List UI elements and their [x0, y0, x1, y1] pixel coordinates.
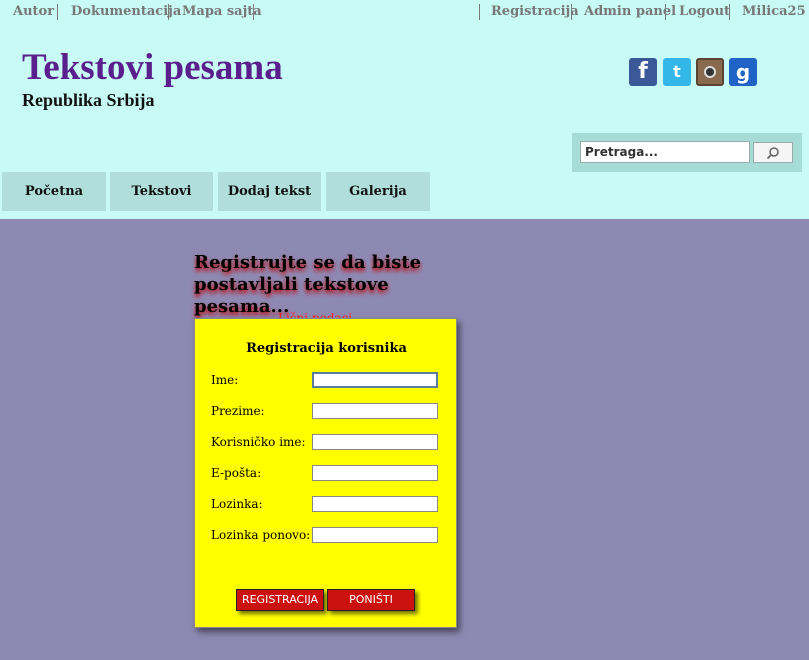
- nav-divider: [479, 4, 480, 20]
- site-subtitle: Republika Srbija: [22, 90, 155, 110]
- menu-item-tekstovi[interactable]: Tekstovi: [110, 172, 213, 211]
- label-prezime: Prezime:: [211, 404, 265, 418]
- search-icon: [766, 147, 779, 160]
- lozinka-ponovo-input[interactable]: [312, 527, 438, 543]
- instagram-icon[interactable]: [696, 58, 724, 86]
- facebook-icon[interactable]: f: [629, 58, 657, 86]
- ponisti-button[interactable]: PONIŠTI: [327, 589, 415, 611]
- lozinka-input[interactable]: [312, 496, 438, 512]
- twitter-icon[interactable]: t: [663, 58, 691, 86]
- search-container: [572, 133, 802, 172]
- nav-link-dokumentacija[interactable]: Dokumentacija: [71, 4, 181, 19]
- label-lozinka: Lozinka:: [211, 497, 263, 511]
- top-navigation: Autor Dokumentacija Mapa sajta Registrac…: [0, 0, 809, 24]
- nav-link-admin-panel[interactable]: Admin panel: [584, 4, 676, 19]
- site-title: Tekstovi pesama: [22, 47, 283, 88]
- nav-link-registracija[interactable]: Registracija: [491, 4, 579, 19]
- registration-form: Registracija korisnika Ime: Prezime: Kor…: [194, 318, 457, 628]
- ime-input[interactable]: [312, 372, 438, 388]
- page-heading: Registrujte se da biste postavljali teks…: [194, 252, 422, 317]
- korisnicko-ime-input[interactable]: [312, 434, 438, 450]
- label-lozinka-ponovo: Lozinka ponovo:: [211, 528, 311, 542]
- nav-divider: [571, 4, 572, 20]
- nav-divider: [253, 4, 254, 20]
- label-korisnicko-ime: Korisničko ime:: [211, 435, 306, 449]
- menu-item-pocetna[interactable]: Početna: [2, 172, 106, 211]
- label-ime: Ime:: [211, 373, 239, 387]
- search-button[interactable]: [753, 142, 793, 163]
- nav-divider: [168, 4, 169, 20]
- instagram-lens: [704, 66, 716, 78]
- menu-item-galerija[interactable]: Galerija: [326, 172, 430, 211]
- nav-link-logout[interactable]: Logout: [679, 4, 730, 19]
- nav-divider: [57, 4, 58, 20]
- google-icon[interactable]: g: [729, 58, 757, 86]
- nav-link-autor[interactable]: Autor: [13, 4, 54, 19]
- nav-link-user[interactable]: Milica25: [742, 4, 806, 19]
- label-e-posta: E-pošta:: [211, 466, 262, 480]
- prezime-input[interactable]: [312, 403, 438, 419]
- form-title: Registracija korisnika: [246, 341, 407, 356]
- nav-link-mapa-sajta[interactable]: Mapa sajta: [182, 4, 262, 19]
- e-posta-input[interactable]: [312, 465, 438, 481]
- menu-item-dodaj-tekst[interactable]: Dodaj tekst: [218, 172, 321, 211]
- search-input[interactable]: [580, 141, 750, 163]
- nav-divider: [665, 4, 666, 20]
- nav-divider: [729, 4, 730, 20]
- registracija-button[interactable]: REGISTRACIJA: [236, 589, 324, 611]
